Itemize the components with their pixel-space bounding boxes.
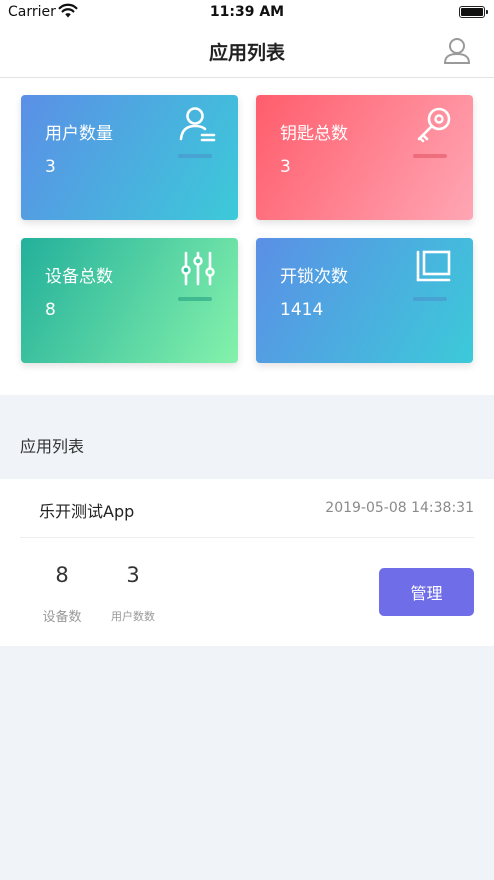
key-icon	[417, 107, 451, 143]
card-icon-shadow	[413, 297, 447, 301]
clock: 11:39 AM	[209, 4, 285, 20]
app-created-date: 2019-05-08 14:38:31	[325, 500, 474, 516]
stat-card-keys[interactable]: 钥匙总数 3	[256, 95, 473, 220]
stats-grid: 用户数量 3 钥匙总数 3 设备总数 8 开锁次数 1414	[0, 78, 494, 395]
card-icon-shadow	[178, 297, 212, 301]
sliders-icon	[181, 251, 215, 286]
navigation-bar: 应用列表	[0, 26, 494, 78]
stat-card-devices[interactable]: 设备总数 8	[21, 238, 238, 363]
device-count-label: 设备数	[42, 610, 82, 625]
app-name: 乐开测试App	[39, 502, 135, 521]
section-title: 应用列表	[20, 437, 85, 456]
stat-card-users[interactable]: 用户数量 3	[21, 95, 238, 220]
stat-label: 开锁次数	[280, 267, 348, 287]
user-count-label: 用户数数	[111, 610, 155, 623]
page-title: 应用列表	[208, 42, 285, 64]
status-bar: Carrier 11:39 AM	[0, 0, 494, 26]
monitor-icon	[416, 250, 451, 282]
stat-value: 8	[45, 300, 56, 320]
stat-value: 3	[280, 157, 291, 177]
divider	[20, 537, 474, 538]
battery-icon	[459, 6, 488, 18]
stat-value: 1414	[280, 300, 324, 320]
app-list-item[interactable]: 乐开测试App 2019-05-08 14:38:31 8 设备数 3 用户数数…	[0, 479, 494, 646]
card-icon-shadow	[178, 154, 212, 158]
stat-label: 用户数量	[45, 124, 113, 144]
manage-button[interactable]: 管理	[379, 568, 474, 616]
device-count-value: 8	[55, 563, 69, 587]
user-count-value: 3	[126, 563, 140, 587]
user-icon	[179, 107, 216, 142]
card-icon-shadow	[413, 154, 447, 158]
stat-value: 3	[45, 157, 56, 177]
user-profile-icon[interactable]	[442, 36, 472, 66]
stat-card-unlocks[interactable]: 开锁次数 1414	[256, 238, 473, 363]
stat-label: 钥匙总数	[280, 124, 348, 144]
stat-label: 设备总数	[45, 267, 113, 287]
